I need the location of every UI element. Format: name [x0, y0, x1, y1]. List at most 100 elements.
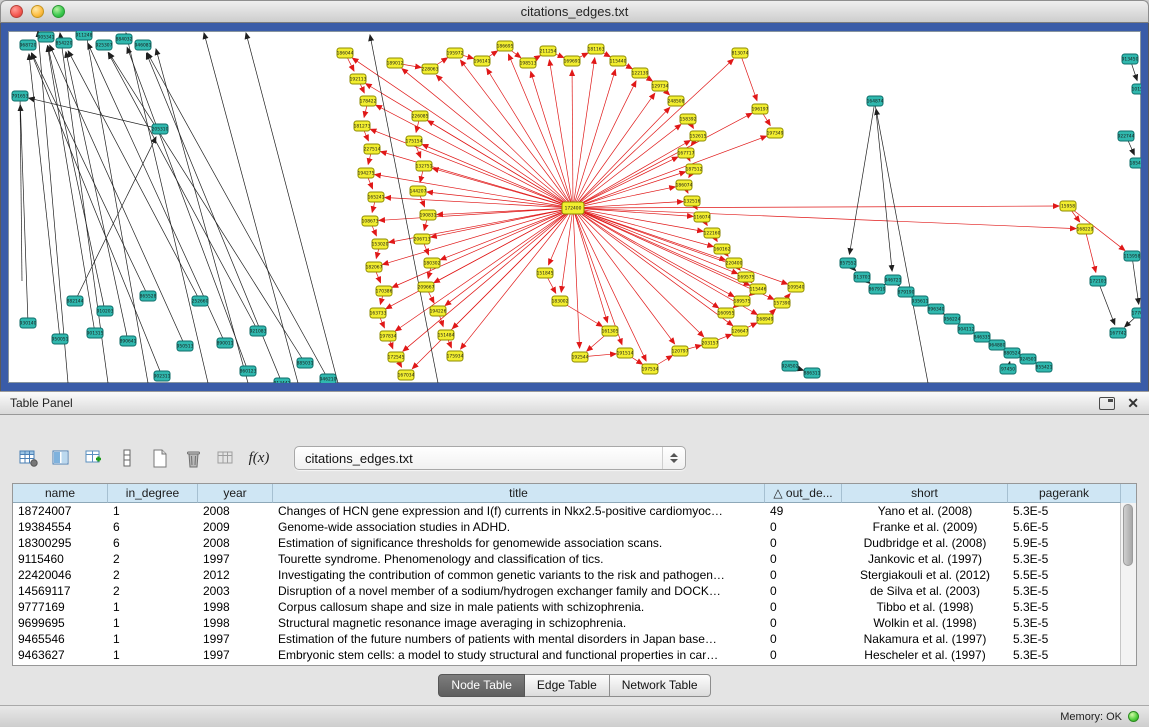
graph-node[interactable]: 158392 — [680, 114, 697, 124]
cell-out_degree[interactable]: 0 — [765, 647, 842, 663]
graph-node[interactable]: 116074 — [694, 212, 711, 222]
graph-node[interactable]: 854220 — [56, 38, 73, 48]
graph-edge[interactable] — [573, 93, 655, 208]
graph-edge[interactable] — [402, 69, 573, 208]
column-header-year[interactable]: year — [198, 484, 273, 503]
graph-edge[interactable] — [573, 208, 1076, 229]
column-header-name[interactable]: name — [13, 484, 108, 503]
cell-out_degree[interactable]: 0 — [765, 615, 842, 631]
cell-in_degree[interactable]: 1 — [108, 599, 198, 615]
close-window-button[interactable] — [10, 5, 23, 18]
graph-edge[interactable] — [147, 53, 328, 379]
graph-edge[interactable] — [1098, 281, 1115, 325]
cell-name[interactable]: 18724007 — [13, 503, 108, 519]
cell-year[interactable]: 1997 — [198, 631, 273, 647]
cell-name[interactable]: 22420046 — [13, 567, 108, 583]
cell-title[interactable]: Investigating the contribution of common… — [273, 567, 765, 583]
cell-title[interactable]: Embryonic stem cells: a model to study s… — [273, 647, 765, 663]
cell-year[interactable]: 1998 — [198, 615, 273, 631]
cell-in_degree[interactable]: 1 — [108, 647, 198, 663]
graph-node[interactable]: 956224 — [944, 314, 961, 324]
graph-edge[interactable] — [573, 208, 646, 361]
graph-node[interactable]: 905341 — [38, 32, 55, 42]
cell-pagerank[interactable]: 5.6E-5 — [1008, 519, 1121, 535]
cell-title[interactable]: Changes of HCN gene expression and I(f) … — [273, 503, 765, 519]
graph-edge[interactable] — [156, 49, 248, 383]
graph-node[interactable]: 151484 — [438, 330, 455, 340]
graph-node[interactable]: 902311 — [154, 371, 171, 381]
graph-node[interactable]: 181163 — [588, 44, 605, 54]
graph-edge[interactable] — [875, 101, 892, 271]
graph-node[interactable]: 122139 — [632, 68, 649, 78]
graph-edge[interactable] — [38, 31, 68, 383]
graph-node[interactable]: 194275 — [358, 168, 375, 178]
table-row[interactable]: 911546021997Tourette syndrome. Phenomeno… — [13, 551, 1121, 567]
graph-node[interactable]: 813074 — [732, 48, 749, 58]
graph-edge[interactable] — [29, 54, 60, 339]
create-table-button[interactable] — [146, 445, 174, 471]
cell-pagerank[interactable]: 5.3E-5 — [1008, 647, 1121, 663]
graph-edge[interactable] — [385, 198, 573, 208]
graph-node[interactable]: 203157 — [702, 338, 719, 348]
graph-edge[interactable] — [573, 157, 678, 208]
graph-edge[interactable] — [876, 109, 928, 383]
graph-node[interactable]: 109540 — [788, 282, 805, 292]
graph-edge[interactable] — [573, 208, 719, 308]
graph-node[interactable]: 911248 — [76, 31, 93, 40]
edit-columns-button[interactable] — [80, 445, 108, 471]
cell-title[interactable]: Genome-wide association studies in ADHD. — [273, 519, 765, 535]
graph-edge[interactable] — [440, 208, 573, 260]
graph-node[interactable]: 220400 — [726, 258, 743, 268]
graph-node[interactable]: 153020 — [372, 239, 389, 249]
graph-node[interactable]: 946081 — [135, 40, 152, 50]
graph-node[interactable]: 890011 — [217, 338, 234, 348]
cell-pagerank[interactable]: 5.3E-5 — [1008, 631, 1121, 647]
graph-edge[interactable] — [573, 208, 788, 284]
cell-name[interactable]: 9115460 — [13, 551, 108, 567]
graph-node[interactable]: 157390 — [774, 298, 791, 308]
graph-node[interactable]: 168949 — [757, 314, 774, 324]
graph-node[interactable]: 132751 — [416, 161, 433, 171]
cell-pagerank[interactable]: 5.3E-5 — [1008, 615, 1121, 631]
graph-node[interactable]: 205310 — [152, 124, 169, 134]
graph-edge[interactable] — [428, 121, 573, 208]
cell-title[interactable]: Estimation of significance thresholds fo… — [273, 535, 765, 551]
graph-node[interactable]: 169575 — [738, 272, 755, 282]
cell-short[interactable]: Hescheler et al. (1997) — [842, 647, 1008, 663]
graph-edge[interactable] — [1132, 256, 1139, 304]
graph-node[interactable]: 913703 — [854, 272, 871, 282]
graph-node[interactable]: 189012 — [387, 58, 404, 68]
graph-node[interactable]: 904112 — [958, 324, 975, 334]
graph-edge[interactable] — [572, 70, 573, 208]
table-options-button[interactable] — [14, 445, 42, 471]
graph-node[interactable]: 126647 — [732, 326, 749, 336]
graph-edge[interactable] — [573, 107, 670, 208]
graph-node[interactable]: 15958 — [1060, 201, 1076, 211]
graph-node[interactable]: 186695 — [497, 41, 514, 51]
graph-node[interactable]: 209667 — [418, 282, 435, 292]
cell-name[interactable]: 14569117 — [13, 583, 108, 599]
graph-edge[interactable] — [376, 105, 573, 208]
tab-node-table[interactable]: Node Table — [438, 674, 525, 697]
cell-pagerank[interactable]: 5.3E-5 — [1008, 503, 1121, 519]
cell-year[interactable]: 1997 — [198, 647, 273, 663]
graph-node[interactable]: 195972 — [447, 48, 464, 58]
table-scrollbar[interactable] — [1120, 503, 1136, 665]
graph-node[interactable]: 946210 — [320, 374, 337, 383]
graph-node[interactable]: 175934 — [447, 351, 464, 361]
graph-edge[interactable] — [573, 113, 752, 208]
graph-node[interactable]: 167034 — [398, 370, 415, 380]
graph-edge[interactable] — [370, 35, 438, 383]
cell-pagerank[interactable]: 5.5E-5 — [1008, 567, 1121, 583]
graph-node[interactable]: 160955 — [718, 308, 735, 318]
table-row[interactable]: 977716911998Corpus callosum shape and si… — [13, 599, 1121, 615]
graph-node[interactable]: 913450 — [1122, 54, 1139, 64]
table-row[interactable]: 1872400712008Changes of HCN gene express… — [13, 503, 1121, 519]
graph-edge[interactable] — [573, 206, 1059, 208]
graph-node[interactable]: 175154 — [406, 136, 423, 146]
import-table-button[interactable] — [212, 445, 240, 471]
graph-node[interactable]: 885031 — [297, 358, 314, 368]
network-canvas[interactable]: 1724001860441921131784221812732275141942… — [8, 31, 1141, 383]
graph-node[interactable]: 160162 — [714, 244, 731, 254]
graph-node[interactable]: 896340 — [928, 304, 945, 314]
